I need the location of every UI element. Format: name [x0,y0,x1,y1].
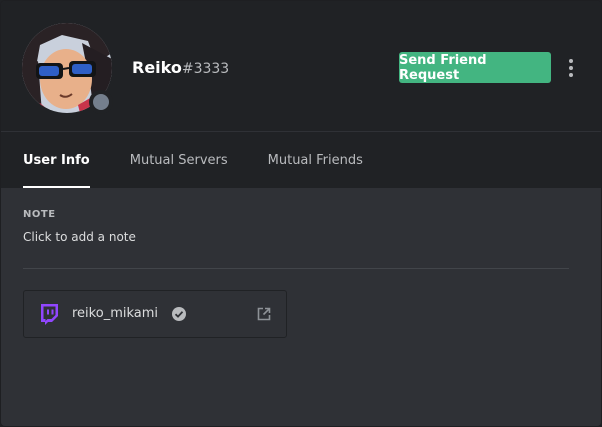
tab-mutual-servers[interactable]: Mutual Servers [130,153,228,188]
verified-icon [172,307,186,321]
connected-account-twitch: reiko_mikami [23,290,287,338]
avatar-container [22,23,113,114]
user-profile-modal: Reiko#3333 Send Friend Request User Info… [0,0,602,427]
username: Reiko [132,58,182,77]
user-info-panel: NOTE Click to add a note reiko_mikami [1,188,601,426]
profile-tabs: User Info Mutual Servers Mutual Friends [23,153,363,188]
account-name: reiko_mikami [72,306,159,321]
note-input[interactable]: Click to add a note [23,230,136,244]
header-divider [1,131,601,132]
note-heading: NOTE [23,209,56,220]
more-options-icon[interactable] [561,55,581,81]
external-link-icon[interactable] [256,306,272,322]
offline-status-icon [89,90,113,114]
tab-mutual-friends[interactable]: Mutual Friends [268,153,363,188]
section-divider [23,268,569,269]
tab-user-info[interactable]: User Info [23,153,90,188]
profile-header: Reiko#3333 Send Friend Request User Info… [1,1,601,188]
username-display[interactable]: Reiko#3333 [132,58,229,77]
discriminator: #3333 [181,61,230,77]
send-friend-request-button[interactable]: Send Friend Request [399,52,551,83]
twitch-icon [41,304,58,325]
